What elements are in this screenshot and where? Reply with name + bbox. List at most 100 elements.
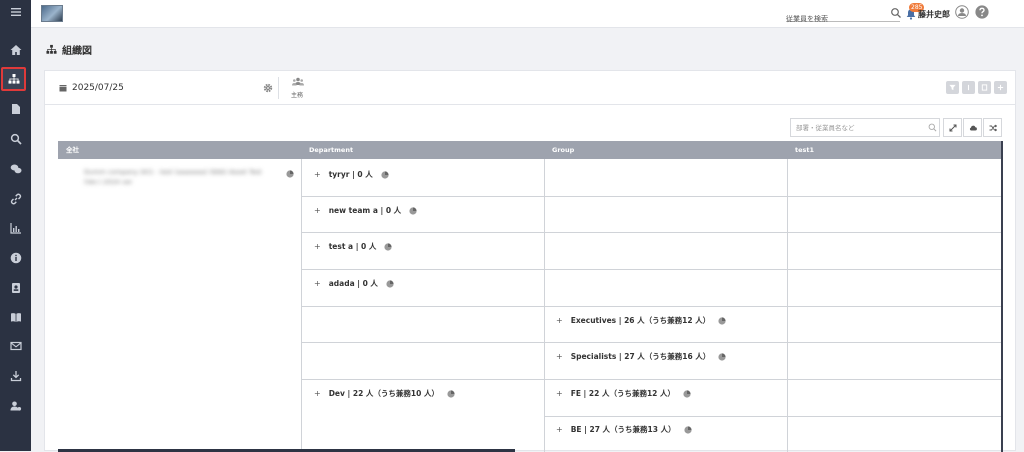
user-settings-icon[interactable] — [0, 394, 31, 418]
sort-icon — [967, 84, 970, 91]
pie-chart-icon[interactable] — [684, 425, 692, 434]
group-node[interactable]: + Executives | 26 人（うち兼務12 人） — [556, 315, 726, 326]
expand-icon — [949, 124, 956, 131]
node-label[interactable]: tyryr | 0 人 — [329, 169, 373, 180]
link-icon[interactable] — [0, 187, 31, 211]
page-title: 組織図 — [46, 42, 92, 57]
user-name[interactable]: 藤井史郎 — [918, 9, 950, 20]
group-node[interactable]: + BE | 27 人（うち兼務13 人） — [556, 424, 692, 435]
home-icon[interactable] — [0, 38, 31, 62]
row-divider — [301, 379, 1001, 380]
sort-button[interactable] — [962, 81, 975, 94]
node-label[interactable]: adada | 0 人 — [329, 278, 378, 289]
row-divider — [301, 269, 1001, 270]
expand-toggle[interactable]: + — [314, 242, 321, 251]
expand-button[interactable] — [943, 118, 962, 137]
column-header: Department — [309, 146, 354, 154]
calendar-icon[interactable] — [59, 84, 67, 92]
row-divider — [301, 306, 1001, 307]
pie-chart-icon[interactable] — [384, 242, 392, 251]
search-icon[interactable] — [928, 123, 937, 132]
node-label[interactable]: FE | 22 人（うち兼務12 人） — [571, 388, 675, 399]
card-header: 2025/07/25 主務 — [45, 71, 1015, 105]
row-divider — [301, 196, 1001, 197]
search-icon[interactable] — [0, 127, 31, 151]
pie-chart-icon[interactable] — [447, 389, 455, 398]
org-table: 全社 Department Group test1 Dumm company (… — [58, 141, 1003, 452]
chat-icon[interactable] — [0, 157, 31, 181]
download-icon[interactable] — [0, 364, 31, 388]
pie-chart-icon[interactable] — [286, 170, 294, 178]
company-name[interactable]: Dumm company (A)1 - test (aaaaaaa) (bbb)… — [84, 167, 269, 187]
menu-icon[interactable] — [0, 0, 31, 24]
book-icon[interactable] — [0, 305, 31, 329]
department-node[interactable]: + adada | 0 人 — [314, 278, 394, 289]
department-node[interactable]: + test a | 0 人 — [314, 241, 392, 252]
node-label[interactable]: Dev | 22 人（うち兼務10 人） — [329, 388, 439, 399]
shuffle-icon — [989, 124, 997, 131]
department-node[interactable]: + tyryr | 0 人 — [314, 169, 389, 180]
expand-toggle[interactable]: + — [556, 352, 563, 361]
pie-chart-icon[interactable] — [683, 389, 691, 398]
table-header: 全社 Department Group test1 — [58, 141, 1001, 159]
expand-toggle[interactable]: + — [556, 425, 563, 434]
pie-chart-icon[interactable] — [409, 206, 417, 215]
column-header: Group — [552, 146, 575, 154]
node-label[interactable]: BE | 27 人（うち兼務13 人） — [571, 424, 676, 435]
group-node[interactable]: + Specialists | 27 人（うち兼務16 人） — [556, 351, 726, 362]
org-chart-icon[interactable] — [1, 67, 26, 91]
company-logo[interactable] — [41, 5, 63, 22]
chart-icon[interactable] — [0, 216, 31, 240]
employee-search — [786, 6, 900, 27]
department-node[interactable]: + Dev | 22 人（うち兼務10 人） — [314, 388, 455, 399]
cloud-upload-button[interactable] — [963, 118, 982, 137]
pie-chart-icon[interactable] — [386, 279, 394, 288]
pie-chart-icon[interactable] — [718, 352, 726, 361]
expand-toggle[interactable]: + — [556, 316, 563, 325]
page-title-text: 組織図 — [62, 46, 92, 57]
plus-icon — [997, 84, 1004, 91]
column-header: 全社 — [66, 146, 79, 154]
sidebar — [0, 0, 31, 451]
view-toolbar — [946, 81, 1007, 94]
pie-chart-icon[interactable] — [718, 316, 726, 325]
pie-chart-icon[interactable] — [381, 170, 389, 179]
expand-toggle[interactable]: + — [314, 170, 321, 179]
add-button[interactable] — [994, 81, 1007, 94]
group-node[interactable]: + FE | 22 人（うち兼務12 人） — [556, 388, 691, 399]
org-chart-icon — [46, 44, 57, 54]
filter-button[interactable] — [946, 81, 959, 94]
shuffle-button[interactable] — [983, 118, 1002, 137]
column-header: test1 — [795, 146, 815, 154]
document-icon[interactable] — [0, 97, 31, 121]
node-label[interactable]: new team a | 0 人 — [329, 205, 401, 216]
user-avatar-icon[interactable] — [955, 5, 969, 19]
people-icon[interactable] — [292, 77, 304, 87]
date-display[interactable]: 2025/07/25 — [72, 83, 124, 93]
node-label[interactable]: Executives | 26 人（うち兼務12 人） — [571, 315, 711, 326]
info-icon[interactable] — [0, 246, 31, 270]
node-label[interactable]: test a | 0 人 — [329, 241, 377, 252]
expand-toggle[interactable]: + — [556, 389, 563, 398]
cloud-upload-icon — [969, 125, 977, 130]
row-divider — [544, 416, 1001, 417]
filter-icon — [949, 84, 956, 91]
row-divider — [301, 232, 1001, 233]
expand-toggle[interactable]: + — [314, 279, 321, 288]
divider — [278, 77, 279, 99]
row-divider — [301, 342, 1001, 343]
help-icon[interactable] — [975, 5, 989, 19]
employee-search-input[interactable] — [786, 11, 900, 27]
department-node[interactable]: + new team a | 0 人 — [314, 205, 417, 216]
copy-icon — [981, 84, 988, 91]
gear-icon[interactable] — [263, 83, 273, 93]
expand-toggle[interactable]: + — [314, 389, 321, 398]
department-filter-input[interactable] — [796, 122, 921, 134]
search-icon[interactable] — [890, 7, 902, 19]
contact-card-icon[interactable] — [0, 276, 31, 300]
mail-icon[interactable] — [0, 334, 31, 358]
expand-toggle[interactable]: + — [314, 206, 321, 215]
copy-button[interactable] — [978, 81, 991, 94]
node-label[interactable]: Specialists | 27 人（うち兼務16 人） — [571, 351, 711, 362]
main-assignment-label[interactable]: 主務 — [291, 90, 303, 99]
